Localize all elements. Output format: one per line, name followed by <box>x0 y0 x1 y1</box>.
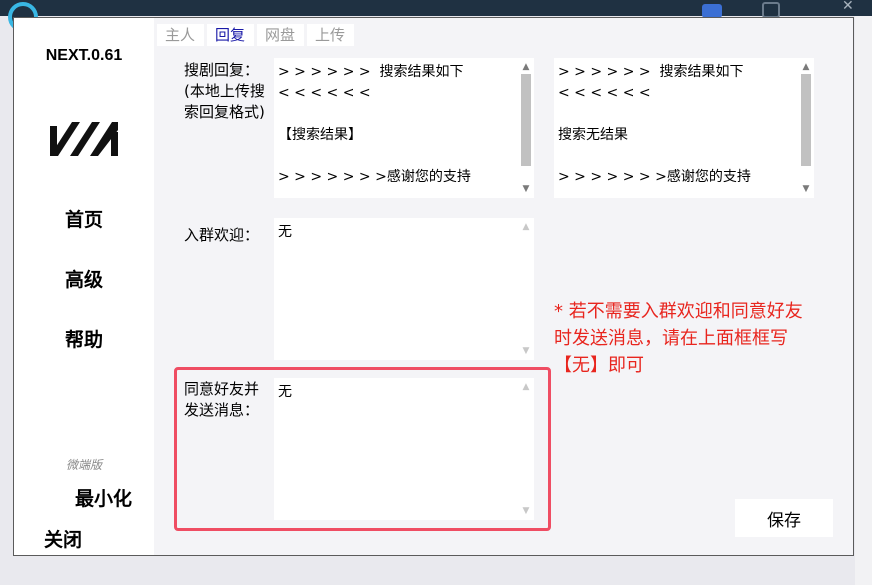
scroll-up-icon[interactable]: ▲ <box>518 61 534 73</box>
highlight-frame <box>174 367 551 531</box>
background-close-icon: ✕ <box>842 0 854 14</box>
background-titlebar: ✕ <box>0 0 872 32</box>
save-button[interactable]: 保存 <box>735 499 833 537</box>
background-shield-icon <box>702 4 722 18</box>
scroll-down-icon[interactable]: ▼ <box>518 183 534 195</box>
scroll-thumb[interactable] <box>801 74 811 166</box>
group-welcome-scrollbar[interactable]: ▲ ▼ <box>518 218 534 360</box>
edition-label: 微端版 <box>66 458 103 472</box>
sidebar-item-home[interactable]: 首页 <box>14 205 154 232</box>
scroll-down-icon[interactable]: ▼ <box>798 183 814 195</box>
tab-netdisk[interactable]: 网盘 <box>257 24 305 46</box>
scroll-up-icon[interactable]: ▲ <box>798 61 814 73</box>
search-notfound-scrollbar[interactable]: ▲ ▼ <box>798 58 814 198</box>
main-content: 主人 回复 网盘 上传 搜剧回复：(本地上传搜索回复格式) > > > > > … <box>154 18 853 555</box>
search-reply-label: 搜剧回复：(本地上传搜索回复格式) <box>184 61 265 121</box>
search-found-textarea-box: > > > > > > 搜索结果如下 < < < < < < 【搜索结果】 > … <box>274 58 534 198</box>
sidebar-item-advanced[interactable]: 高级 <box>14 265 154 292</box>
group-welcome-textarea[interactable]: 无 <box>274 218 534 360</box>
sidebar: NEXT.0.61 首页 高级 帮助 微端版 最小化 关闭 <box>14 18 154 555</box>
background-toolbar-icon <box>762 2 780 18</box>
group-welcome-label: 入群欢迎： <box>184 226 260 244</box>
scroll-thumb[interactable] <box>521 74 531 166</box>
search-notfound-textarea-box: > > > > > > 搜索结果如下 < < < < < < 搜索无结果 > >… <box>554 58 814 198</box>
tab-upload[interactable]: 上传 <box>307 24 355 46</box>
tab-bar: 主人 回复 网盘 上传 <box>157 24 357 46</box>
minimize-button[interactable]: 最小化 <box>75 484 132 511</box>
app-window: NEXT.0.61 首页 高级 帮助 微端版 最小化 关闭 主人 回复 网盘 上… <box>13 17 854 556</box>
search-found-scrollbar[interactable]: ▲ ▼ <box>518 58 534 198</box>
sidebar-item-help[interactable]: 帮助 <box>14 325 154 352</box>
close-button[interactable]: 关闭 <box>44 525 82 552</box>
search-notfound-textarea[interactable]: > > > > > > 搜索结果如下 < < < < < < 搜索无结果 > >… <box>554 58 814 198</box>
app-version: NEXT.0.61 <box>45 47 123 64</box>
logo-icon <box>50 122 118 156</box>
usage-note: * 若不需要入群欢迎和同意好友时发送消息，请在上面框框写【无】即可 <box>554 301 803 376</box>
tab-owner[interactable]: 主人 <box>157 24 205 46</box>
search-found-textarea[interactable]: > > > > > > 搜索结果如下 < < < < < < 【搜索结果】 > … <box>274 58 534 198</box>
scroll-down-icon[interactable]: ▼ <box>518 345 534 357</box>
background-panel <box>855 16 872 585</box>
group-welcome-textarea-box: 无 ▲ ▼ <box>274 218 534 360</box>
scroll-up-icon[interactable]: ▲ <box>518 221 534 233</box>
tab-reply[interactable]: 回复 <box>207 24 255 46</box>
